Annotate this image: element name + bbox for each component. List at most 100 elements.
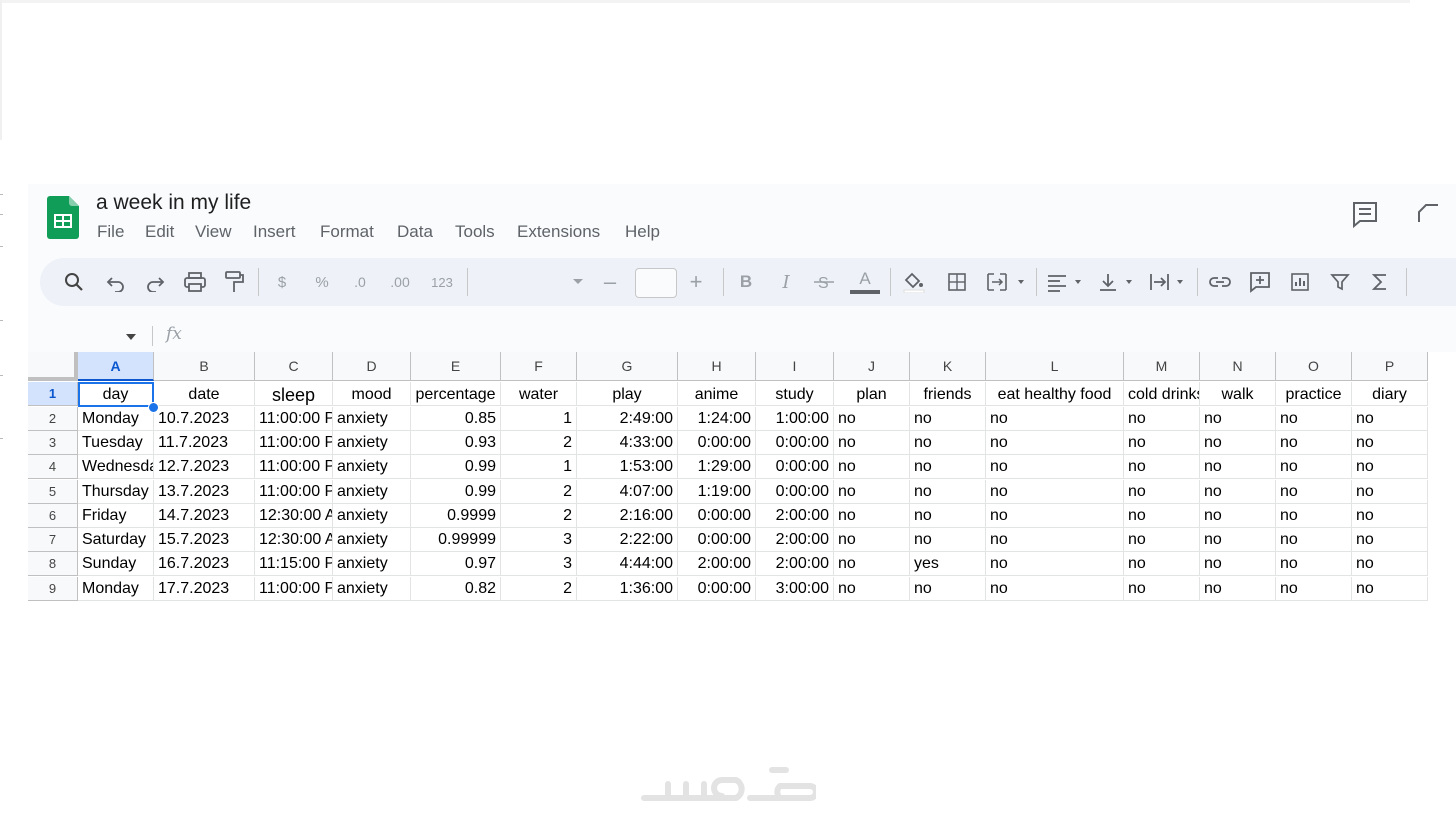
menu-data[interactable]: Data	[397, 222, 433, 242]
cell-n9[interactable]: no	[1200, 577, 1276, 601]
cell-b5[interactable]: 13.7.2023	[154, 480, 255, 504]
currency-format-button[interactable]: $	[270, 270, 294, 294]
cell-g1[interactable]: play	[577, 382, 678, 406]
cell-k3[interactable]: no	[910, 431, 986, 455]
cell-n3[interactable]: no	[1200, 431, 1276, 455]
cell-d6[interactable]: anxiety	[333, 504, 411, 528]
row-header-6[interactable]: 6	[28, 504, 78, 528]
cell-g3[interactable]: 4:33:00	[577, 431, 678, 455]
filter-icon[interactable]	[1328, 270, 1352, 294]
italic-button[interactable]: I	[774, 270, 798, 294]
row-header-9[interactable]: 9	[28, 577, 78, 601]
column-header-g[interactable]: G	[577, 352, 678, 381]
column-header-m[interactable]: M	[1124, 352, 1200, 381]
cell-d9[interactable]: anxiety	[333, 577, 411, 601]
cell-n8[interactable]: no	[1200, 552, 1276, 576]
menu-extensions[interactable]: Extensions	[517, 222, 600, 242]
column-header-a[interactable]: A	[78, 352, 154, 381]
cell-k6[interactable]: no	[910, 504, 986, 528]
cell-p5[interactable]: no	[1352, 480, 1428, 504]
cell-c1[interactable]: sleep	[255, 382, 333, 406]
cell-p9[interactable]: no	[1352, 577, 1428, 601]
cell-a1[interactable]: day	[78, 382, 154, 406]
bold-button[interactable]: B	[734, 270, 758, 294]
cell-m1[interactable]: cold drinks	[1124, 382, 1200, 406]
cell-d2[interactable]: anxiety	[333, 407, 411, 431]
cell-o1[interactable]: practice	[1276, 382, 1352, 406]
increase-decimal-button[interactable]: .00	[388, 270, 412, 294]
cell-p2[interactable]: no	[1352, 407, 1428, 431]
cell-j9[interactable]: no	[834, 577, 910, 601]
cell-j5[interactable]: no	[834, 480, 910, 504]
cell-k1[interactable]: friends	[910, 382, 986, 406]
cell-c4[interactable]: 11:00:00 PM	[255, 455, 333, 479]
redo-icon[interactable]	[143, 270, 167, 294]
font-dropdown-icon[interactable]	[566, 270, 590, 294]
cell-i4[interactable]: 0:00:00	[756, 455, 834, 479]
column-header-j[interactable]: J	[834, 352, 910, 381]
cell-d4[interactable]: anxiety	[333, 455, 411, 479]
document-title[interactable]: a week in my life	[96, 191, 251, 215]
cell-j6[interactable]: no	[834, 504, 910, 528]
cell-o7[interactable]: no	[1276, 528, 1352, 552]
cell-f6[interactable]: 2	[501, 504, 577, 528]
cell-g4[interactable]: 1:53:00	[577, 455, 678, 479]
cell-m5[interactable]: no	[1124, 480, 1200, 504]
borders-icon[interactable]	[945, 270, 969, 294]
cell-i6[interactable]: 2:00:00	[756, 504, 834, 528]
merge-cells-icon[interactable]	[986, 270, 1026, 294]
cell-h8[interactable]: 2:00:00	[678, 552, 756, 576]
cell-f8[interactable]: 3	[501, 552, 577, 576]
cell-i8[interactable]: 2:00:00	[756, 552, 834, 576]
cell-b8[interactable]: 16.7.2023	[154, 552, 255, 576]
font-size-decrease-button[interactable]: –	[598, 269, 622, 294]
cell-a5[interactable]: Thursday	[78, 480, 154, 504]
column-header-l[interactable]: L	[986, 352, 1124, 381]
cell-f1[interactable]: water	[501, 382, 577, 406]
cell-h4[interactable]: 1:29:00	[678, 455, 756, 479]
column-header-i[interactable]: I	[756, 352, 834, 381]
cell-m4[interactable]: no	[1124, 455, 1200, 479]
cell-b4[interactable]: 12.7.2023	[154, 455, 255, 479]
cell-l1[interactable]: eat healthy food	[986, 382, 1124, 406]
cell-m2[interactable]: no	[1124, 407, 1200, 431]
search-icon[interactable]	[62, 270, 86, 294]
cell-f9[interactable]: 2	[501, 577, 577, 601]
cell-e7[interactable]: 0.99999	[411, 528, 501, 552]
comments-icon[interactable]	[1351, 200, 1379, 229]
cell-o6[interactable]: no	[1276, 504, 1352, 528]
cell-c7[interactable]: 12:30:00 AM	[255, 528, 333, 552]
cell-e8[interactable]: 0.97	[411, 552, 501, 576]
strikethrough-icon[interactable]: S	[812, 270, 836, 294]
cell-c3[interactable]: 11:00:00 PM	[255, 431, 333, 455]
cell-e1[interactable]: percentage	[411, 382, 501, 406]
cell-l9[interactable]: no	[986, 577, 1124, 601]
undo-icon[interactable]	[104, 270, 128, 294]
cell-i3[interactable]: 0:00:00	[756, 431, 834, 455]
column-header-h[interactable]: H	[678, 352, 756, 381]
comment-add-icon[interactable]	[1248, 270, 1272, 294]
cell-j7[interactable]: no	[834, 528, 910, 552]
cell-g5[interactable]: 4:07:00	[577, 480, 678, 504]
cell-p1[interactable]: diary	[1352, 382, 1428, 406]
cell-b9[interactable]: 17.7.2023	[154, 577, 255, 601]
cell-i2[interactable]: 1:00:00	[756, 407, 834, 431]
cell-b3[interactable]: 11.7.2023	[154, 431, 255, 455]
cell-d3[interactable]: anxiety	[333, 431, 411, 455]
cell-o9[interactable]: no	[1276, 577, 1352, 601]
cell-h3[interactable]: 0:00:00	[678, 431, 756, 455]
cell-a6[interactable]: Friday	[78, 504, 154, 528]
column-header-k[interactable]: K	[910, 352, 986, 381]
cell-b1[interactable]: date	[154, 382, 255, 406]
cell-f5[interactable]: 2	[501, 480, 577, 504]
cell-d8[interactable]: anxiety	[333, 552, 411, 576]
row-header-7[interactable]: 7	[28, 528, 78, 552]
fill-color-icon[interactable]	[902, 270, 926, 294]
cell-g8[interactable]: 4:44:00	[577, 552, 678, 576]
cell-k7[interactable]: no	[910, 528, 986, 552]
column-header-c[interactable]: C	[255, 352, 333, 381]
column-header-p[interactable]: P	[1352, 352, 1428, 381]
cell-l8[interactable]: no	[986, 552, 1124, 576]
row-header-3[interactable]: 3	[28, 431, 78, 455]
cell-m6[interactable]: no	[1124, 504, 1200, 528]
